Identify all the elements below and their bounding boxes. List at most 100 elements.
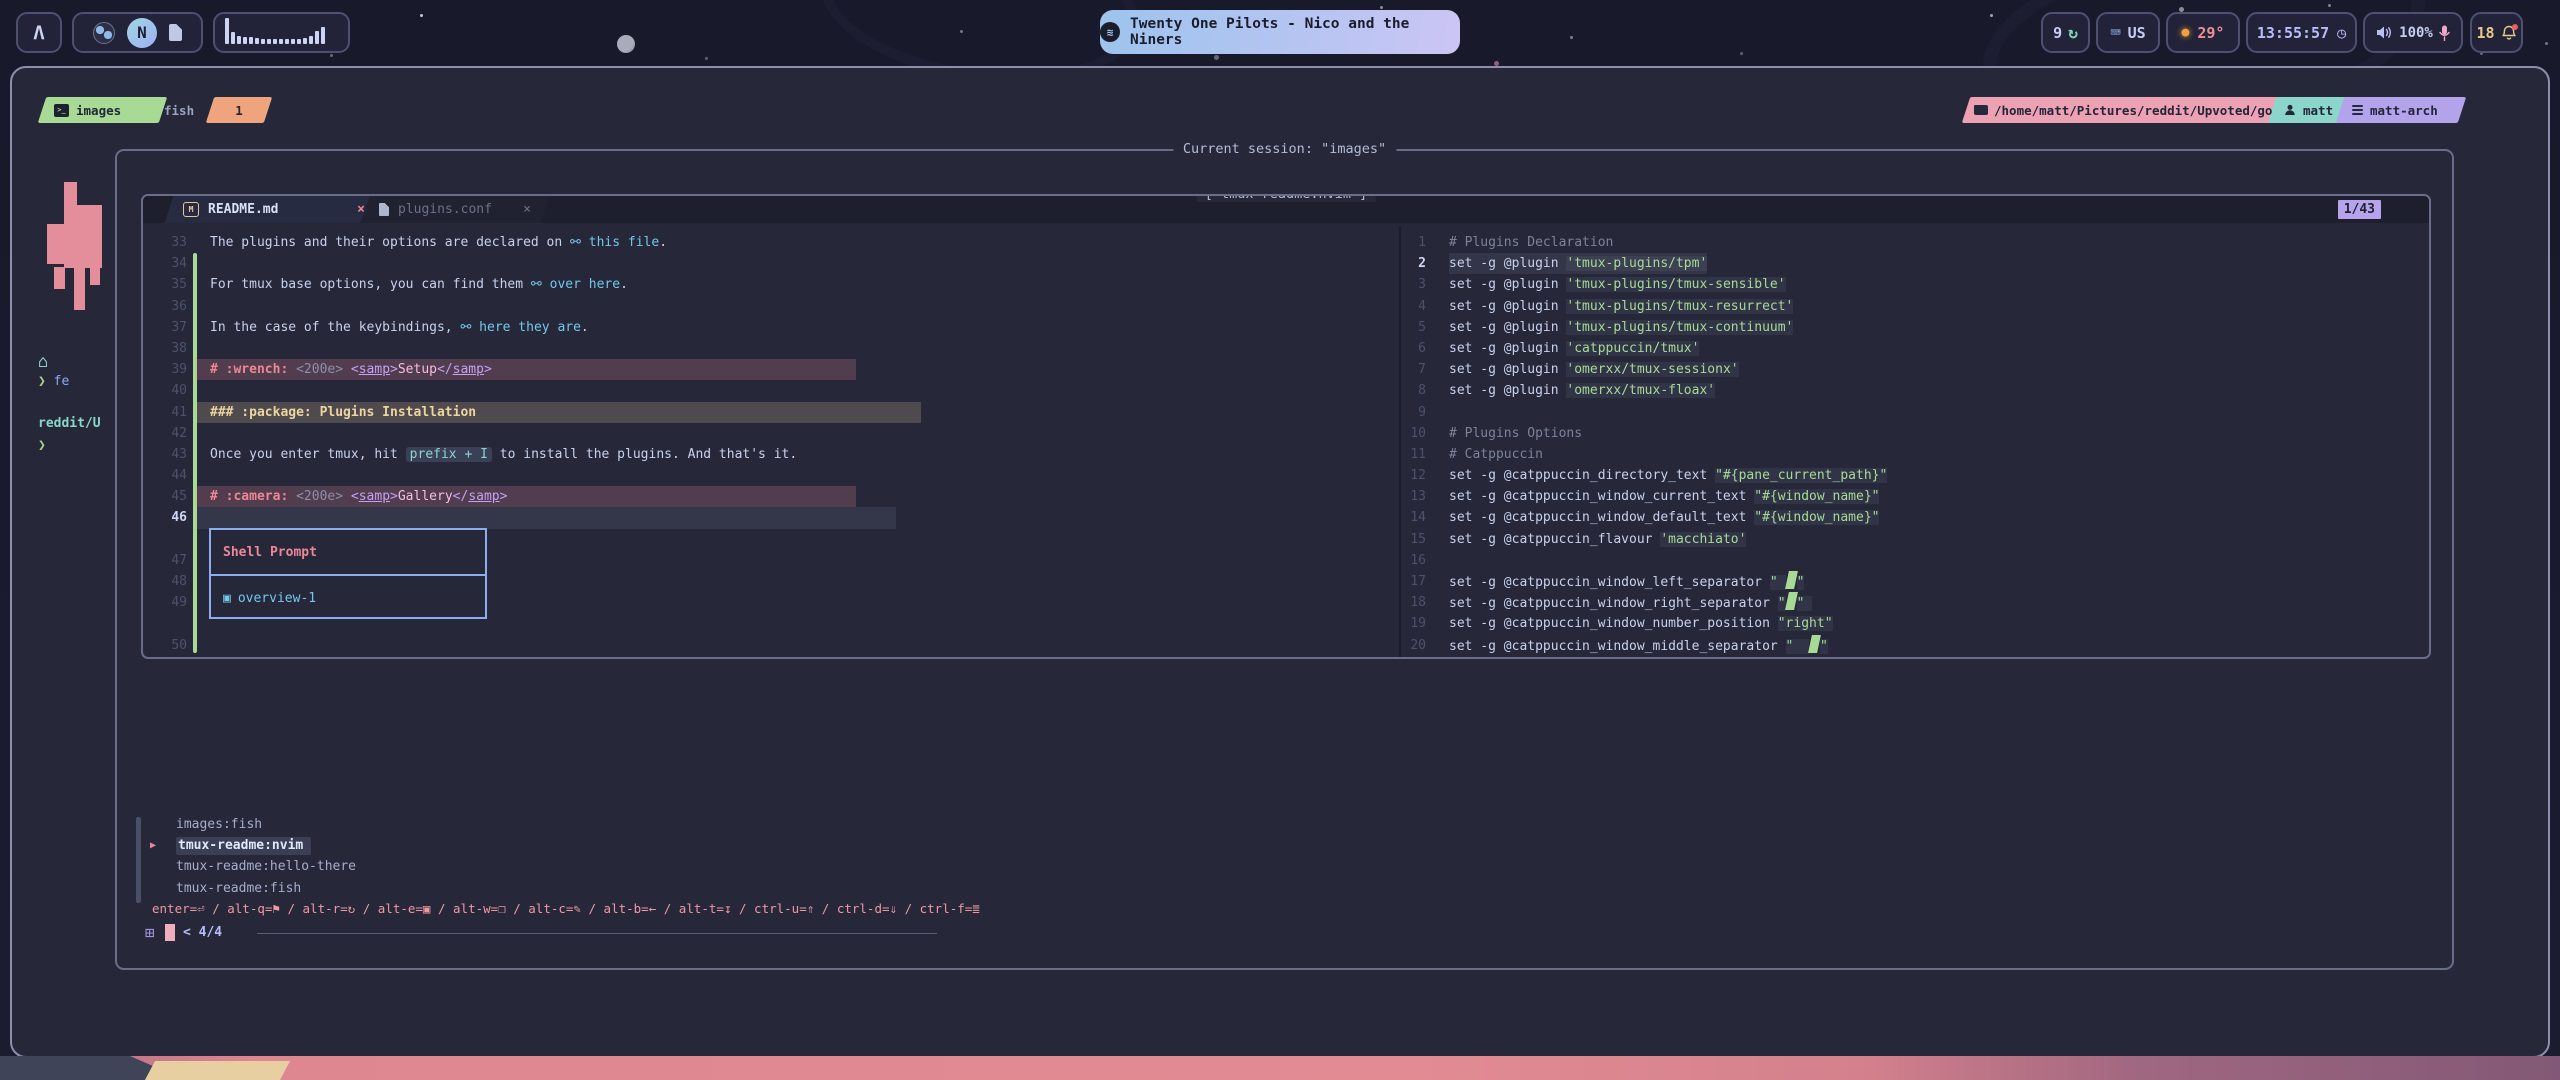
line-number: 12 [1404, 465, 1426, 486]
buffer-tab-plugins[interactable]: plugins.conf × [365, 196, 545, 223]
weather-widget[interactable]: ● 29° [2166, 12, 2240, 53]
keybind-hints: enter=⏎ / alt-q=⚑ / alt-r=↻ / alt-e=▣ / … [152, 901, 980, 916]
visualizer-bar [231, 32, 235, 44]
refresh-icon: ↻ [2068, 23, 2078, 42]
current-path: /home/matt/Pictures/reddit/Upvoted/gojir… [1994, 103, 2272, 118]
code-text: In the case of the keybindings, [210, 320, 460, 335]
close-icon[interactable]: × [357, 202, 365, 217]
code-text: set -g @catppuccin_window_number_positio… [1449, 616, 1778, 631]
table-body-cell: ▣ overview-1 [211, 576, 485, 620]
editor-line: 10# Plugins Options [1404, 423, 2424, 444]
code-text: set -g @plugin [1449, 383, 1566, 398]
visualizer-bar [237, 36, 241, 44]
visualizer-bar [249, 37, 253, 44]
line-number: 50 [164, 635, 187, 656]
visualizer-bar [291, 39, 295, 44]
wallpaper-shape [1860, 1056, 2560, 1080]
buffer-counter-badge: 1/43 [2338, 200, 2381, 219]
code-text: "right" [1778, 616, 1833, 631]
hostname: matt-arch [2370, 103, 2438, 118]
line-number: 19 [1404, 613, 1426, 634]
session-item[interactable]: images:fish [150, 814, 1250, 835]
line-number: 3 [1404, 274, 1426, 295]
markdown-link[interactable]: ⚯ here they are [460, 320, 580, 335]
launcher-button[interactable]: Λ [16, 12, 62, 53]
code-text: 'tmux-plugins/tpm' [1566, 256, 1707, 271]
code-text: set -g @plugin [1449, 362, 1566, 377]
code-text: > [500, 489, 508, 504]
home-icon: ⌂ [38, 352, 48, 372]
volume-widget[interactable]: 100% [2363, 12, 2463, 53]
code-text: 'tmux-plugins/tmux-continuum' [1566, 320, 1793, 335]
clock-widget[interactable]: 13:55:57 ◷ [2246, 12, 2357, 53]
visualizer-bar [297, 39, 301, 44]
code-text: For tmux base options, you can find them [210, 277, 531, 292]
keyboard-layout-widget[interactable]: ⌨ US [2096, 12, 2160, 53]
editor-line: 45# :camera: <200e> <samp>Gallery</samp> [164, 486, 1394, 507]
line-number: 1 [1404, 232, 1426, 253]
search-input-cursor[interactable] [165, 924, 175, 941]
layout-label: US [2128, 24, 2146, 42]
selected-pointer-icon: ▶ [150, 840, 176, 851]
session-item[interactable]: tmux-readme:hello-there [150, 856, 1250, 877]
editor-plugins-conf: 1# Plugins Declaration2set -g @plugin 't… [1404, 232, 2424, 656]
tmux-tab-index[interactable]: 1 [210, 97, 268, 123]
info-separator-line [257, 933, 937, 934]
line-number: 7 [1404, 359, 1426, 380]
buffer-tab-readme[interactable]: M README.md × [169, 196, 379, 223]
markdown-link[interactable]: ⚯ this file [570, 235, 659, 250]
visualizer-bar [243, 37, 247, 44]
wallpaper-shape [145, 1061, 290, 1080]
updates-widget[interactable]: 9 ↻ [2041, 12, 2090, 53]
editor-line: 7set -g @plugin 'omerxx/tmux-sessionx' [1404, 359, 2424, 380]
browser-icon[interactable] [93, 22, 115, 44]
code-text: < [351, 489, 359, 504]
notes-icon[interactable] [169, 24, 182, 41]
session-name: tmux-readme:fish [176, 881, 301, 896]
close-icon[interactable]: × [523, 202, 531, 217]
line-number: 43 [164, 444, 187, 465]
line-number: 11 [1404, 444, 1426, 465]
line-number: 33 [164, 232, 187, 253]
editor-line: 40 [164, 380, 1394, 401]
line-number: 5 [1404, 317, 1426, 338]
code-text: set -g @catppuccin_window_default_text [1449, 510, 1754, 525]
line-number: 38 [164, 338, 187, 359]
code-text: ### :package: Plugins Installation [210, 405, 476, 420]
code-text: Once you enter tmux, hit [210, 447, 406, 462]
code-text: samp [359, 489, 390, 504]
code-text: 'macchiato' [1660, 532, 1746, 547]
list-scrollbar[interactable] [136, 817, 141, 903]
code-text: set -g @plugin [1449, 277, 1566, 292]
tmux-tab-fish[interactable]: fish [152, 97, 206, 123]
visualizer-bar [309, 36, 313, 44]
microphone-icon [2439, 25, 2450, 41]
editor-line: 38 [164, 338, 1394, 359]
window-mode-icon: ⊞ [145, 923, 155, 942]
spotify-icon: ≋ [1100, 22, 1120, 42]
neovim-icon[interactable]: N [127, 18, 157, 48]
code-text: "#{window_name}" [1754, 510, 1879, 525]
code-text: </ [453, 489, 469, 504]
markdown-link[interactable]: ⚯ over here [531, 277, 620, 292]
editor-line: 19 set -g @catppuccin_window_number_posit… [1404, 613, 2424, 634]
code-text: " [1797, 596, 1813, 611]
editor-line: 17set -g @catppuccin_window_left_separat… [1404, 571, 2424, 592]
app-switcher[interactable]: N [72, 12, 203, 53]
code-text: . [620, 277, 628, 292]
wallpaper-stars [420, 14, 423, 17]
editor-line: 12set -g @catppuccin_directory_text "#{p… [1404, 465, 2424, 486]
now-playing-widget[interactable]: ≋ Twenty One Pilots - Nico and the Niner… [1100, 10, 1460, 54]
sun-icon: ● [2182, 25, 2190, 40]
notifications-widget[interactable]: 18 [2470, 12, 2523, 53]
session-item[interactable]: ▶tmux-readme:nvim [150, 835, 1250, 856]
status-path-segment: /home/matt/Pictures/reddit/Upvoted/gojir… [1966, 97, 2280, 123]
status-host-segment: matt-arch [2340, 97, 2462, 123]
tmux-tab-images[interactable]: >_ images [42, 97, 163, 123]
code-text: # Plugins Options [1449, 426, 1582, 441]
editor-line: 37In the case of the keybindings, ⚯ here… [164, 317, 1394, 338]
session-item[interactable]: tmux-readme:fish [150, 878, 1250, 899]
code-text: . [581, 320, 589, 335]
code-text: # :wrench: [210, 362, 296, 377]
editor-line: 33The plugins and their options are decl… [164, 232, 1394, 253]
